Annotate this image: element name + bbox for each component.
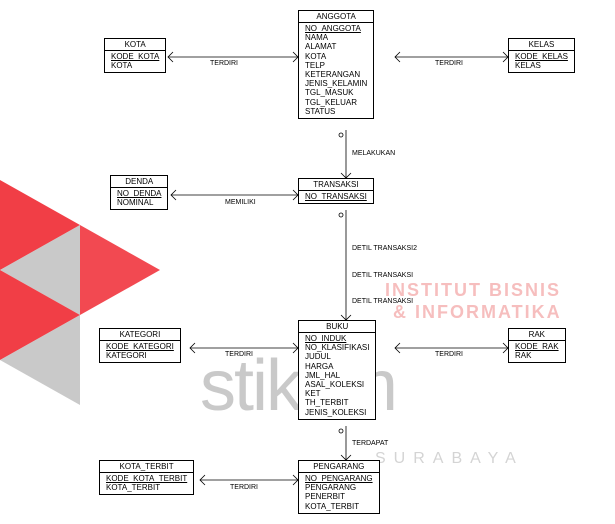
entity-transaksi: TRANSAKSI NO_TRANSAKSI <box>298 178 374 204</box>
entity-attr: NOMINAL <box>117 198 161 207</box>
entity-kategori-title: KATEGORI <box>100 329 180 341</box>
rel-terdiri-5: TERDIRI <box>230 484 258 491</box>
entity-buku: BUKU NO_INDUKNO_KLASIFIKASIJUDULHARGAJML… <box>298 320 376 420</box>
entity-attr: TELP <box>305 61 367 70</box>
entity-attr: KODE_KOTA <box>111 52 159 61</box>
entity-kota: KOTA KODE_KOTAKOTA <box>104 38 166 73</box>
entity-kota-title: KOTA <box>105 39 165 51</box>
entity-attr: KATEGORI <box>106 351 174 360</box>
entity-kategori: KATEGORI KODE_KATEGORIKATEGORI <box>99 328 181 363</box>
entity-rak-title: RAK <box>509 329 565 341</box>
entity-attr: NO_PENGARANG <box>305 474 373 483</box>
entity-denda: DENDA NO_DENDANOMINAL <box>110 175 168 210</box>
entity-attr: ASAL_KOLEKSI <box>305 380 369 389</box>
entity-kategori-body: KODE_KATEGORIKATEGORI <box>100 341 180 362</box>
entity-kota-terbit-title: KOTA_TERBIT <box>100 461 193 473</box>
rel-terdiri-2: TERDIRI <box>435 60 463 67</box>
entity-attr: NO_DENDA <box>117 189 161 198</box>
entity-attr: NO_KLASIFIKASI <box>305 343 369 352</box>
entity-attr: TH_TERBIT <box>305 398 369 407</box>
entity-buku-title: BUKU <box>299 321 375 333</box>
entity-rak: RAK KODE_RAKRAK <box>508 328 566 363</box>
entity-attr: JML_HAL <box>305 371 369 380</box>
entity-attr: KOTA_TERBIT <box>305 502 373 511</box>
entity-kelas-body: KODE_KELASKELAS <box>509 51 574 72</box>
entity-attr: PENERBIT <box>305 492 373 501</box>
entity-anggota-body: NO_ANGGOTANAMAALAMATKOTATELPKETERANGANJE… <box>299 23 373 118</box>
entity-pengarang-title: PENGARANG <box>299 461 379 473</box>
rel-melakukan: MELAKUKAN <box>352 150 395 157</box>
entity-attr: NO_ANGGOTA <box>305 24 367 33</box>
rel-terdapat: TERDAPAT <box>352 440 388 447</box>
entity-attr: HARGA <box>305 362 369 371</box>
entity-pengarang-body: NO_PENGARANGPENGARANGPENERBITKOTA_TERBIT <box>299 473 379 513</box>
entity-attr: RAK <box>515 351 559 360</box>
entity-attr: PENGARANG <box>305 483 373 492</box>
entity-pengarang: PENGARANG NO_PENGARANGPENGARANGPENERBITK… <box>298 460 380 514</box>
entity-anggota: ANGGOTA NO_ANGGOTANAMAALAMATKOTATELPKETE… <box>298 10 374 119</box>
entity-attr: NO_TRANSAKSI <box>305 192 367 201</box>
rel-detil-transaksi2: DETIL TRANSAKSI2 <box>352 245 417 252</box>
entity-attr: KET <box>305 389 369 398</box>
entity-attr: ALAMAT <box>305 42 367 51</box>
entity-attr: JENIS_KELAMIN <box>305 79 367 88</box>
entity-attr: KETERANGAN <box>305 70 367 79</box>
entity-kelas-title: KELAS <box>509 39 574 51</box>
rel-detil-transaksi-b: DETIL TRANSAKSI <box>352 298 413 305</box>
entity-kota-terbit: KOTA_TERBIT KODE_KOTA_TERBITKOTA_TERBIT <box>99 460 194 495</box>
entity-buku-body: NO_INDUKNO_KLASIFIKASIJUDULHARGAJML_HALA… <box>299 333 375 419</box>
entity-attr: TGL_KELUAR <box>305 98 367 107</box>
entity-transaksi-title: TRANSAKSI <box>299 179 373 191</box>
entity-attr: KOTA <box>305 52 367 61</box>
rel-detil-transaksi-a: DETIL TRANSAKSI <box>352 272 413 279</box>
entity-anggota-title: ANGGOTA <box>299 11 373 23</box>
entity-attr: KODE_KATEGORI <box>106 342 174 351</box>
entity-attr: STATUS <box>305 107 367 116</box>
entity-rak-body: KODE_RAKRAK <box>509 341 565 362</box>
rel-terdiri-3: TERDIRI <box>225 351 253 358</box>
entity-attr: NAMA <box>305 33 367 42</box>
entity-attr: KODE_KELAS <box>515 52 568 61</box>
entity-attr: KELAS <box>515 61 568 70</box>
entity-denda-title: DENDA <box>111 176 167 188</box>
entity-attr: NO_INDUK <box>305 334 369 343</box>
entity-attr: KOTA <box>111 61 159 70</box>
entity-transaksi-body: NO_TRANSAKSI <box>299 191 373 203</box>
entity-attr: JUDUL <box>305 352 369 361</box>
entity-kota-terbit-body: KODE_KOTA_TERBITKOTA_TERBIT <box>100 473 193 494</box>
entity-kota-body: KODE_KOTAKOTA <box>105 51 165 72</box>
entity-attr: TGL_MASUK <box>305 88 367 97</box>
entity-attr: KOTA_TERBIT <box>106 483 187 492</box>
entity-attr: KODE_RAK <box>515 342 559 351</box>
rel-memiliki: MEMILIKI <box>225 199 256 206</box>
entity-attr: KODE_KOTA_TERBIT <box>106 474 187 483</box>
entity-kelas: KELAS KODE_KELASKELAS <box>508 38 575 73</box>
rel-terdiri-1: TERDIRI <box>210 60 238 67</box>
entity-denda-body: NO_DENDANOMINAL <box>111 188 167 209</box>
rel-terdiri-4: TERDIRI <box>435 351 463 358</box>
entity-attr: JENIS_KOLEKSI <box>305 408 369 417</box>
